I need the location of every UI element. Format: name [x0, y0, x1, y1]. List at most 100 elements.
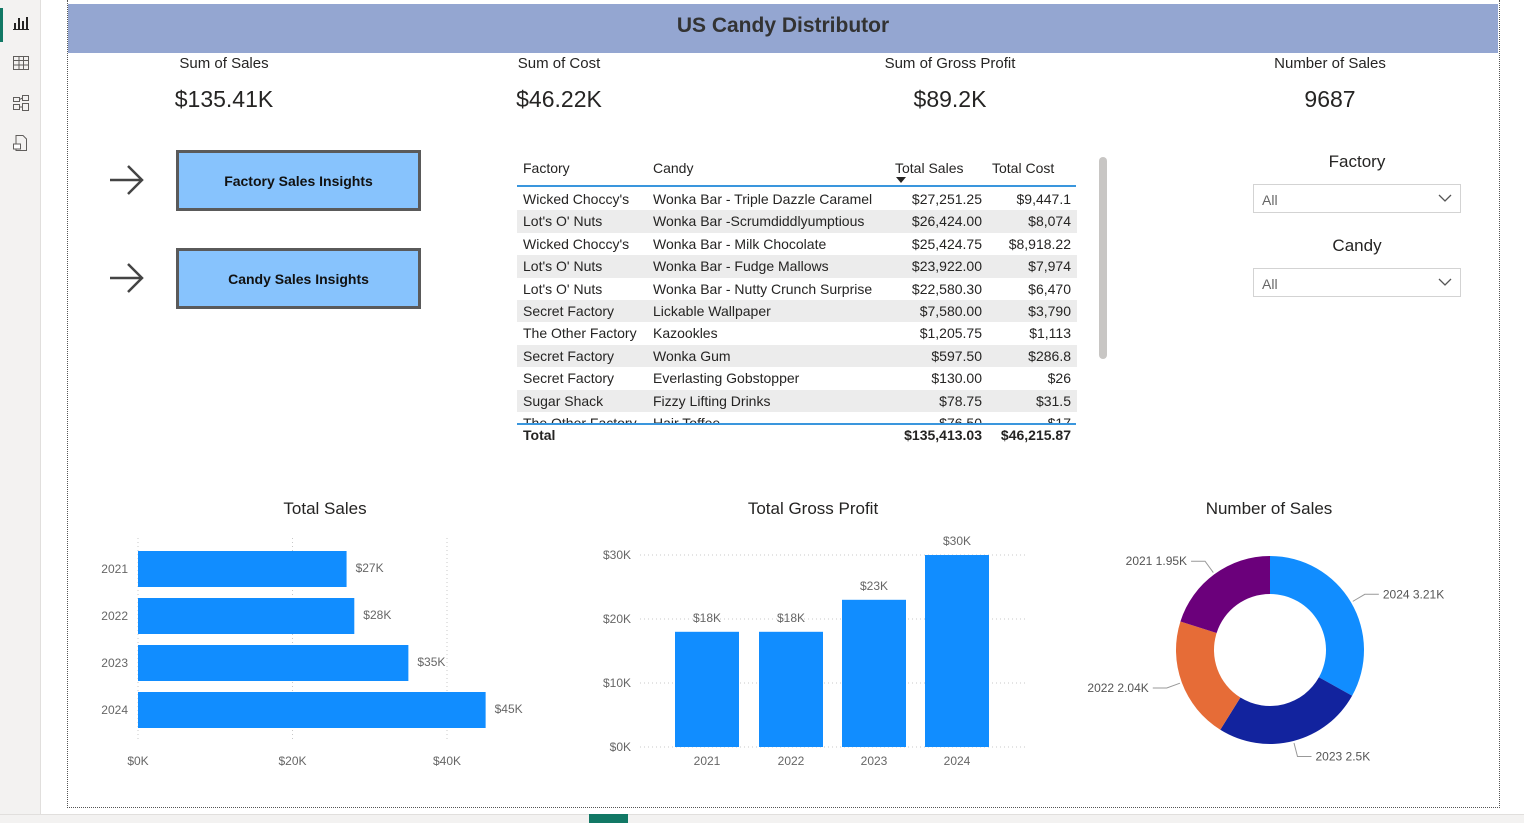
column-2024 [925, 555, 989, 747]
y-tick-label: 2021 [101, 562, 128, 576]
model-view-icon[interactable] [11, 93, 31, 113]
kpi-number-of-sales-value: 9687 [1304, 86, 1356, 112]
column-2022 [759, 631, 823, 747]
chevron-down-icon [1438, 194, 1452, 202]
cell-candy: Wonka Gum [653, 347, 731, 364]
cell-factory: The Other Factory [523, 325, 637, 342]
cell-factory: Wicked Choccy's [523, 191, 630, 207]
arrow-right-icon [110, 263, 144, 293]
table-row[interactable]: Wicked Choccy's Wonka Bar - Triple Dazzle… [517, 188, 1077, 210]
table-row[interactable]: Lot's O' Nuts Wonka Bar -Scrumdiddlyumpti… [517, 210, 1077, 233]
cell-total-sales: $130.00 [931, 370, 982, 387]
y-tick-label: $10K [603, 676, 631, 690]
table-row[interactable]: Lot's O' Nuts Wonka Bar - Fudge Mallows $2… [517, 255, 1077, 278]
data-label: 2022 2.04K [1087, 681, 1148, 695]
cell-total-sales: $27,251.25 [911, 191, 982, 207]
data-label: $23K [860, 579, 888, 593]
cell-total-sales: $7,580.00 [919, 302, 982, 319]
column-header-total-sales[interactable]: Total Sales [895, 160, 963, 176]
table-row[interactable]: Wicked Choccy's Wonka Bar - Milk Chocolat… [517, 233, 1077, 255]
cell-total-cost: $7,974 [1028, 258, 1071, 275]
cell-candy: Kazookles [653, 325, 718, 342]
bar-2021 [138, 551, 347, 587]
y-tick-label: 2023 [101, 656, 128, 670]
report-view-icon[interactable] [11, 13, 31, 33]
leader-line [1293, 742, 1312, 758]
cell-total-sales: $25,424.75 [911, 235, 982, 252]
table-row[interactable]: Secret Factory Lickable Wallpaper $7,580.0… [517, 299, 1077, 323]
column-header-factory[interactable]: Factory [523, 160, 570, 176]
bar-2023 [138, 645, 409, 681]
x-tick-label: 2024 [944, 754, 971, 768]
active-page-tab[interactable] [589, 814, 628, 823]
cell-total-cost: $8,074 [1028, 213, 1071, 230]
data-label: $35K [417, 655, 445, 669]
cell-total-sales: $597.50 [931, 347, 982, 364]
cell-total-cost: $1,113 [1029, 325, 1071, 342]
report-header: US Candy Distributor [68, 4, 1498, 53]
cell-total-cost: $26 [1047, 370, 1071, 387]
cell-total-sales: $78.75 [939, 392, 982, 409]
cell-factory: Lot's O' Nuts [523, 213, 603, 230]
total-sales-chart-title: Total Sales [283, 499, 367, 518]
cell-factory: Sugar Shack [523, 392, 604, 409]
dax-query-icon[interactable] [11, 133, 31, 153]
cell-factory: Secret Factory [523, 347, 615, 364]
data-label: 2021 1.95K [1126, 554, 1187, 568]
leader-line [1352, 593, 1379, 602]
cell-factory: Wicked Choccy's [523, 235, 630, 252]
slice-2023 [1220, 677, 1353, 744]
view-rail [0, 0, 41, 823]
page-tab-bar [0, 814, 1524, 823]
data-label: $18K [777, 611, 805, 625]
total-label: Total [523, 427, 556, 443]
sales-table: Factory Candy Total Sales Total Cost Wic… [517, 152, 1077, 447]
candy-slicer-title: Candy [1332, 236, 1382, 255]
cell-total-sales: $23,922.00 [911, 258, 982, 275]
cell-total-cost: $8,918.22 [1008, 235, 1071, 252]
active-view-indicator [0, 8, 3, 42]
table-view-icon[interactable] [11, 53, 31, 73]
cell-candy: Wonka Bar - Triple Dazzle Caramel [653, 191, 873, 207]
arrow-right-icon [110, 165, 144, 195]
cell-candy: Fizzy Lifting Drinks [653, 392, 771, 409]
table-row[interactable]: The Other Factory Kazookles $1,205.75 $1,11… [517, 322, 1077, 344]
factory-slicer-dropdown[interactable]: All [1253, 184, 1461, 213]
candy-slicer-dropdown[interactable]: All [1253, 268, 1461, 297]
cell-candy: Lickable Wallpaper [653, 302, 771, 319]
table-row[interactable]: Lot's O' Nuts Wonka Bar - Nutty Crunch Su… [517, 278, 1077, 300]
kpi-sales-value: $135.41K [174, 86, 274, 112]
cell-total-cost: $286.8 [1028, 347, 1071, 364]
column-2021 [675, 631, 739, 747]
y-tick-label: $30K [603, 548, 631, 562]
candy-slicer-value: All [1262, 276, 1278, 292]
slice-2024 [1270, 556, 1364, 696]
cell-total-sales: $1,205.75 [919, 325, 982, 342]
cell-candy: Wonka Bar - Milk Chocolate [653, 235, 827, 252]
table-row[interactable]: Secret Factory Wonka Gum $597.50 $286.8 [517, 344, 1077, 368]
factory-slicer-title: Factory [1328, 152, 1386, 171]
gross-profit-chart-title: Total Gross Profit [747, 499, 879, 518]
x-tick-label: 2023 [861, 754, 888, 768]
cell-factory: Lot's O' Nuts [523, 258, 603, 275]
factory-sales-insights-button[interactable]: Factory Sales Insights [176, 150, 421, 211]
column-header-total-cost[interactable]: Total Cost [992, 160, 1054, 176]
report-title: US Candy Distributor [676, 14, 890, 37]
x-tick-label: $20K [278, 754, 306, 768]
cell-candy: Wonka Bar -Scrumdiddlyumptious [653, 213, 865, 230]
table-scrollbar[interactable] [1099, 157, 1107, 359]
candy-sales-insights-button[interactable]: Candy Sales Insights [176, 248, 421, 309]
table-row[interactable]: Secret Factory Everlasting Gobstopper $130… [517, 367, 1077, 389]
x-tick-label: 2021 [694, 754, 721, 768]
bar-2024 [138, 692, 486, 728]
cell-candy: Wonka Bar - Nutty Crunch Surprise [653, 280, 873, 297]
column-header-candy[interactable]: Candy [653, 160, 693, 176]
x-tick-label: $0K [127, 754, 148, 768]
data-label: $18K [693, 611, 721, 625]
factory-slicer-value: All [1262, 192, 1278, 208]
cell-candy: Wonka Bar - Fudge Mallows [653, 258, 829, 275]
kpi-cost-label: Sum of Cost [517, 55, 601, 72]
table-row[interactable]: Sugar Shack Fizzy Lifting Drinks $78.75 $31… [517, 389, 1077, 412]
chevron-down-icon [1438, 278, 1452, 286]
total-sales-bar-chart: $0K $20K $40K 2021 $27K 2022 $28K 2023 $35K 2024 $… [101, 538, 523, 768]
